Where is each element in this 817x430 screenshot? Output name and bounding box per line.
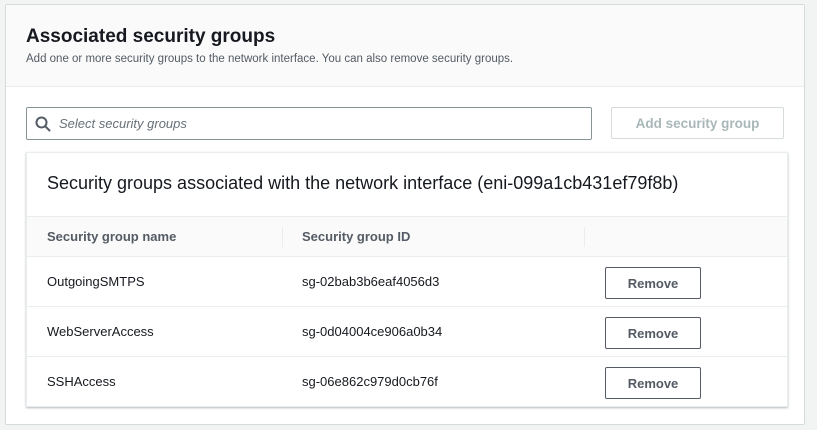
add-security-group-button[interactable]: Add security group — [611, 107, 784, 139]
security-group-id: sg-02bab3b6eaf4056d3 — [302, 274, 440, 289]
security-group-name: SSHAccess — [47, 374, 116, 389]
security-group-id: sg-06e862c979d0cb76f — [302, 374, 438, 389]
table-row: OutgoingSMTPS sg-02bab3b6eaf4056d3 Remov… — [27, 257, 787, 307]
table-row: SSHAccess sg-06e862c979d0cb76f Remove — [27, 357, 787, 407]
search-icon — [35, 116, 51, 132]
security-group-id: sg-0d04004ce906a0b34 — [302, 324, 443, 339]
remove-button[interactable]: Remove — [605, 267, 701, 299]
column-header-id: Security group ID — [302, 229, 411, 244]
security-groups-panel: Associated security groups Add one or mo… — [5, 4, 805, 425]
security-group-name: WebServerAccess — [47, 324, 154, 339]
column-divider — [584, 227, 585, 247]
security-group-search[interactable] — [26, 107, 592, 140]
panel-title: Associated security groups — [26, 26, 276, 47]
associated-groups-table: Security groups associated with the netw… — [26, 152, 788, 407]
column-divider — [282, 227, 283, 247]
column-header-name: Security group name — [47, 229, 177, 244]
panel-header: Associated security groups Add one or mo… — [6, 5, 804, 87]
table-header: Security group name Security group ID — [27, 216, 787, 257]
remove-button[interactable]: Remove — [605, 367, 701, 399]
table-title: Security groups associated with the netw… — [47, 173, 679, 193]
security-group-name: OutgoingSMTPS — [47, 274, 145, 289]
remove-button[interactable]: Remove — [605, 317, 701, 349]
table-row: WebServerAccess sg-0d04004ce906a0b34 Rem… — [27, 307, 787, 357]
panel-description: Add one or more security groups to the n… — [26, 53, 514, 65]
search-input[interactable] — [59, 109, 579, 138]
